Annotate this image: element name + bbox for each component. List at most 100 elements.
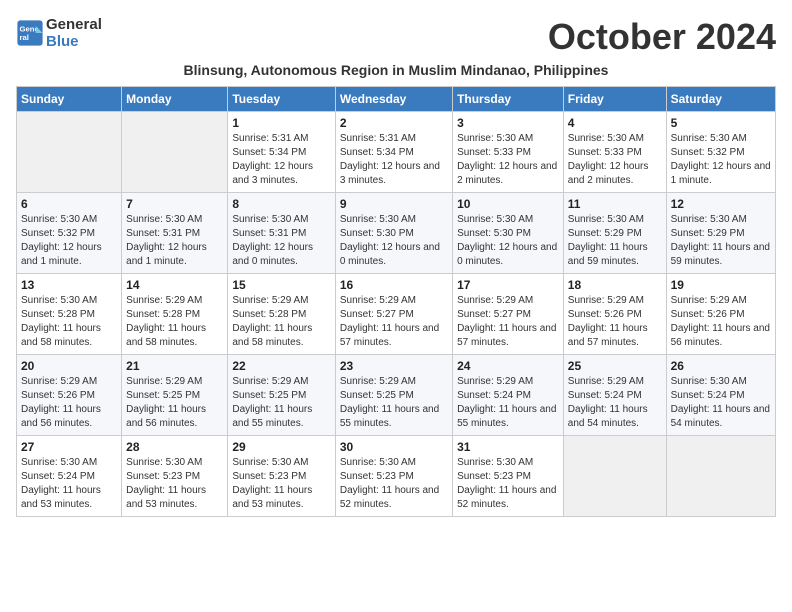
day-number: 18 — [568, 278, 662, 292]
calendar-week-row: 1 Sunrise: 5:31 AM Sunset: 5:34 PM Daylig… — [17, 112, 776, 193]
day-number: 17 — [457, 278, 559, 292]
day-sun-info: Sunrise: 5:29 AM Sunset: 5:27 PM Dayligh… — [340, 294, 448, 350]
day-number: 8 — [232, 197, 330, 211]
day-number: 21 — [126, 359, 223, 373]
calendar-cell: 25Sunrise: 5:29 AM Sunset: 5:24 PM Dayli… — [563, 355, 666, 436]
day-number: 1 — [232, 116, 330, 130]
logo-text-line1: General — [46, 16, 102, 33]
calendar-cell: 29Sunrise: 5:30 AM Sunset: 5:23 PM Dayli… — [228, 436, 335, 517]
day-sun-info: Sunrise: 5:29 AM Sunset: 5:24 PM Dayligh… — [568, 375, 662, 431]
calendar-cell — [666, 436, 775, 517]
day-number: 15 — [232, 278, 330, 292]
day-sun-info: Sunrise: 5:30 AM Sunset: 5:24 PM Dayligh… — [671, 375, 771, 431]
calendar-cell: 11 Sunrise: 5:30 AM Sunset: 5:29 PM Dayli… — [563, 193, 666, 274]
calendar-cell: 7 Sunrise: 5:30 AM Sunset: 5:31 PM Daylig… — [122, 193, 228, 274]
day-number: 7 — [126, 197, 223, 211]
day-number: 28 — [126, 440, 223, 454]
day-number: 11 — [568, 197, 662, 211]
calendar-cell: 20 Sunrise: 5:29 AM Sunset: 5:26 PM Dayli… — [17, 355, 122, 436]
day-sun-info: Sunrise: 5:30 AM Sunset: 5:24 PM Dayligh… — [21, 456, 117, 512]
calendar-cell: 10 Sunrise: 5:30 AM Sunset: 5:30 PM Dayli… — [453, 193, 564, 274]
day-sun-info: Sunrise: 5:30 AM Sunset: 5:28 PM Dayligh… — [21, 294, 117, 350]
calendar-week-row: 13 Sunrise: 5:30 AM Sunset: 5:28 PM Dayli… — [17, 274, 776, 355]
day-sun-info: Sunrise: 5:30 AM Sunset: 5:29 PM Dayligh… — [568, 213, 662, 269]
calendar-cell: 15 Sunrise: 5:29 AM Sunset: 5:28 PM Dayli… — [228, 274, 335, 355]
calendar-cell: 28 Sunrise: 5:30 AM Sunset: 5:23 PM Dayli… — [122, 436, 228, 517]
calendar-cell: 3 Sunrise: 5:30 AM Sunset: 5:33 PM Daylig… — [453, 112, 564, 193]
day-sun-info: Sunrise: 5:30 AM Sunset: 5:31 PM Dayligh… — [232, 213, 330, 269]
day-sun-info: Sunrise: 5:30 AM Sunset: 5:33 PM Dayligh… — [457, 132, 559, 188]
day-sun-info: Sunrise: 5:29 AM Sunset: 5:26 PM Dayligh… — [568, 294, 662, 350]
day-number: 13 — [21, 278, 117, 292]
day-sun-info: Sunrise: 5:31 AM Sunset: 5:34 PM Dayligh… — [232, 132, 330, 188]
day-sun-info: Sunrise: 5:29 AM Sunset: 5:25 PM Dayligh… — [340, 375, 448, 431]
day-number: 12 — [671, 197, 771, 211]
day-number: 22 — [232, 359, 330, 373]
calendar-cell: 30Sunrise: 5:30 AM Sunset: 5:23 PM Dayli… — [335, 436, 452, 517]
day-number: 27 — [21, 440, 117, 454]
calendar-cell: 2Sunrise: 5:31 AM Sunset: 5:34 PM Daylig… — [335, 112, 452, 193]
calendar-cell: 4 Sunrise: 5:30 AM Sunset: 5:33 PM Daylig… — [563, 112, 666, 193]
day-number: 24 — [457, 359, 559, 373]
day-sun-info: Sunrise: 5:31 AM Sunset: 5:34 PM Dayligh… — [340, 132, 448, 188]
calendar-cell: 12 Sunrise: 5:30 AM Sunset: 5:29 PM Dayli… — [666, 193, 775, 274]
day-number: 31 — [457, 440, 559, 454]
calendar-cell: 9 Sunrise: 5:30 AM Sunset: 5:30 PM Daylig… — [335, 193, 452, 274]
day-sun-info: Sunrise: 5:30 AM Sunset: 5:30 PM Dayligh… — [340, 213, 448, 269]
calendar-week-row: 27 Sunrise: 5:30 AM Sunset: 5:24 PM Dayli… — [17, 436, 776, 517]
day-sun-info: Sunrise: 5:30 AM Sunset: 5:23 PM Dayligh… — [457, 456, 559, 512]
svg-text:ral: ral — [20, 33, 29, 42]
calendar-cell: 18 Sunrise: 5:29 AM Sunset: 5:26 PM Dayli… — [563, 274, 666, 355]
calendar-cell: 22 Sunrise: 5:29 AM Sunset: 5:25 PM Dayli… — [228, 355, 335, 436]
calendar-body: 1 Sunrise: 5:31 AM Sunset: 5:34 PM Daylig… — [17, 112, 776, 517]
day-sun-info: Sunrise: 5:29 AM Sunset: 5:26 PM Dayligh… — [21, 375, 117, 431]
day-number: 4 — [568, 116, 662, 130]
day-sun-info: Sunrise: 5:30 AM Sunset: 5:30 PM Dayligh… — [457, 213, 559, 269]
day-number: 10 — [457, 197, 559, 211]
day-sun-info: Sunrise: 5:30 AM Sunset: 5:23 PM Dayligh… — [232, 456, 330, 512]
day-number: 5 — [671, 116, 771, 130]
weekday-header-monday: Monday — [122, 87, 228, 112]
day-number: 3 — [457, 116, 559, 130]
calendar-table: SundayMondayTuesdayWednesdayThursdayFrid… — [16, 86, 776, 517]
page-header: Gene ral General Blue October 2024 — [16, 16, 776, 58]
calendar-cell: 6Sunrise: 5:30 AM Sunset: 5:32 PM Daylig… — [17, 193, 122, 274]
calendar-cell: 24Sunrise: 5:29 AM Sunset: 5:24 PM Dayli… — [453, 355, 564, 436]
weekday-header-wednesday: Wednesday — [335, 87, 452, 112]
day-sun-info: Sunrise: 5:29 AM Sunset: 5:28 PM Dayligh… — [232, 294, 330, 350]
logo-text-line2: Blue — [46, 33, 102, 50]
calendar-cell — [17, 112, 122, 193]
day-sun-info: Sunrise: 5:30 AM Sunset: 5:31 PM Dayligh… — [126, 213, 223, 269]
day-sun-info: Sunrise: 5:29 AM Sunset: 5:25 PM Dayligh… — [126, 375, 223, 431]
day-number: 30 — [340, 440, 448, 454]
day-sun-info: Sunrise: 5:29 AM Sunset: 5:28 PM Dayligh… — [126, 294, 223, 350]
day-sun-info: Sunrise: 5:30 AM Sunset: 5:33 PM Dayligh… — [568, 132, 662, 188]
calendar-cell: 26Sunrise: 5:30 AM Sunset: 5:24 PM Dayli… — [666, 355, 775, 436]
day-sun-info: Sunrise: 5:29 AM Sunset: 5:25 PM Dayligh… — [232, 375, 330, 431]
calendar-cell — [563, 436, 666, 517]
calendar-cell: 31 Sunrise: 5:30 AM Sunset: 5:23 PM Dayli… — [453, 436, 564, 517]
generalblue-logo-icon: Gene ral — [16, 19, 44, 47]
weekday-header-thursday: Thursday — [453, 87, 564, 112]
calendar-week-row: 6Sunrise: 5:30 AM Sunset: 5:32 PM Daylig… — [17, 193, 776, 274]
calendar-week-row: 20 Sunrise: 5:29 AM Sunset: 5:26 PM Dayli… — [17, 355, 776, 436]
calendar-cell: 13 Sunrise: 5:30 AM Sunset: 5:28 PM Dayli… — [17, 274, 122, 355]
weekday-header-friday: Friday — [563, 87, 666, 112]
day-sun-info: Sunrise: 5:30 AM Sunset: 5:29 PM Dayligh… — [671, 213, 771, 269]
weekday-header-sunday: Sunday — [17, 87, 122, 112]
calendar-cell: 27 Sunrise: 5:30 AM Sunset: 5:24 PM Dayli… — [17, 436, 122, 517]
day-sun-info: Sunrise: 5:29 AM Sunset: 5:26 PM Dayligh… — [671, 294, 771, 350]
day-number: 14 — [126, 278, 223, 292]
month-title: October 2024 — [548, 16, 776, 58]
calendar-cell: 19Sunrise: 5:29 AM Sunset: 5:26 PM Dayli… — [666, 274, 775, 355]
day-number: 23 — [340, 359, 448, 373]
day-sun-info: Sunrise: 5:29 AM Sunset: 5:27 PM Dayligh… — [457, 294, 559, 350]
day-number: 9 — [340, 197, 448, 211]
day-number: 6 — [21, 197, 117, 211]
weekday-header-tuesday: Tuesday — [228, 87, 335, 112]
calendar-cell: 21 Sunrise: 5:29 AM Sunset: 5:25 PM Dayli… — [122, 355, 228, 436]
day-sun-info: Sunrise: 5:30 AM Sunset: 5:23 PM Dayligh… — [126, 456, 223, 512]
calendar-cell: 16Sunrise: 5:29 AM Sunset: 5:27 PM Dayli… — [335, 274, 452, 355]
calendar-cell: 14 Sunrise: 5:29 AM Sunset: 5:28 PM Dayli… — [122, 274, 228, 355]
day-number: 20 — [21, 359, 117, 373]
